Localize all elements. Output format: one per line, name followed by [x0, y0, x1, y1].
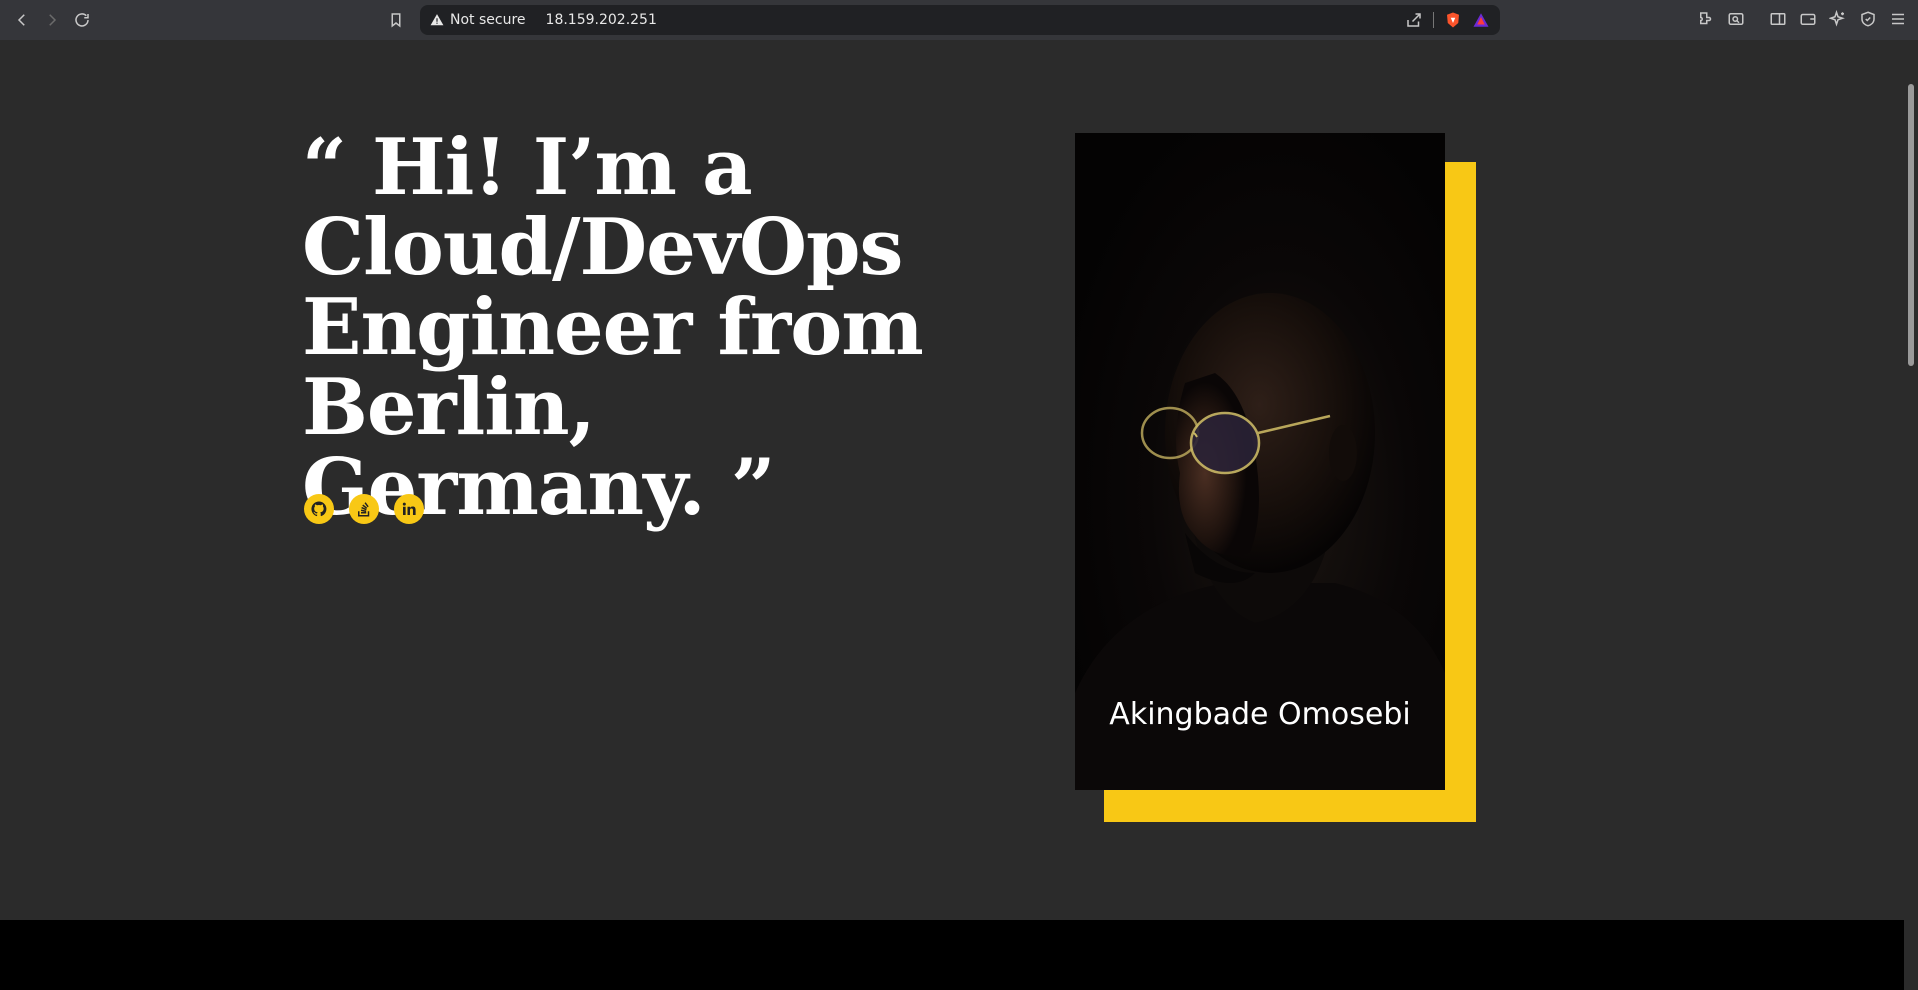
reader-mode-icon[interactable] [1726, 9, 1746, 29]
photo-caption: Akingbade Omosebi [1109, 697, 1411, 732]
vpn-shield-icon[interactable] [1858, 9, 1878, 29]
reload-icon[interactable] [70, 8, 94, 32]
page-content: “ Hi! I’m a Cloud/DevOps Engineer from B… [0, 40, 1904, 990]
address-bar[interactable]: Not secure 18.159.202.251 [420, 5, 1500, 35]
hero-heading: “ Hi! I’m a Cloud/DevOps Engineer from B… [302, 122, 924, 533]
sidebar-icon[interactable] [1768, 9, 1788, 29]
scrollbar[interactable] [1904, 40, 1918, 990]
portrait-illustration [1075, 293, 1445, 790]
warning-icon [430, 13, 444, 27]
bookmark-icon[interactable] [384, 8, 408, 32]
scrollbar-thumb[interactable] [1908, 84, 1914, 366]
linkedin-icon[interactable] [394, 494, 424, 524]
forward-icon[interactable] [40, 8, 64, 32]
stackoverflow-icon[interactable] [349, 494, 379, 524]
share-icon[interactable] [1405, 11, 1423, 29]
brave-shields-icon[interactable] [1444, 11, 1462, 29]
wallet-icon[interactable] [1798, 9, 1818, 29]
next-section-band [0, 920, 1904, 990]
brave-rewards-icon[interactable] [1472, 11, 1490, 29]
url-text[interactable]: 18.159.202.251 [546, 12, 657, 28]
back-icon[interactable] [10, 8, 34, 32]
security-label[interactable]: Not secure [450, 12, 526, 28]
github-icon[interactable] [304, 494, 334, 524]
social-links [304, 494, 424, 524]
separator [1433, 12, 1434, 28]
menu-icon[interactable] [1888, 9, 1908, 29]
browser-toolbar: Not secure 18.159.202.251 [0, 0, 1918, 40]
extensions-icon[interactable] [1696, 9, 1716, 29]
leo-ai-icon[interactable] [1828, 9, 1848, 29]
portrait-photo: Akingbade Omosebi [1075, 133, 1445, 790]
